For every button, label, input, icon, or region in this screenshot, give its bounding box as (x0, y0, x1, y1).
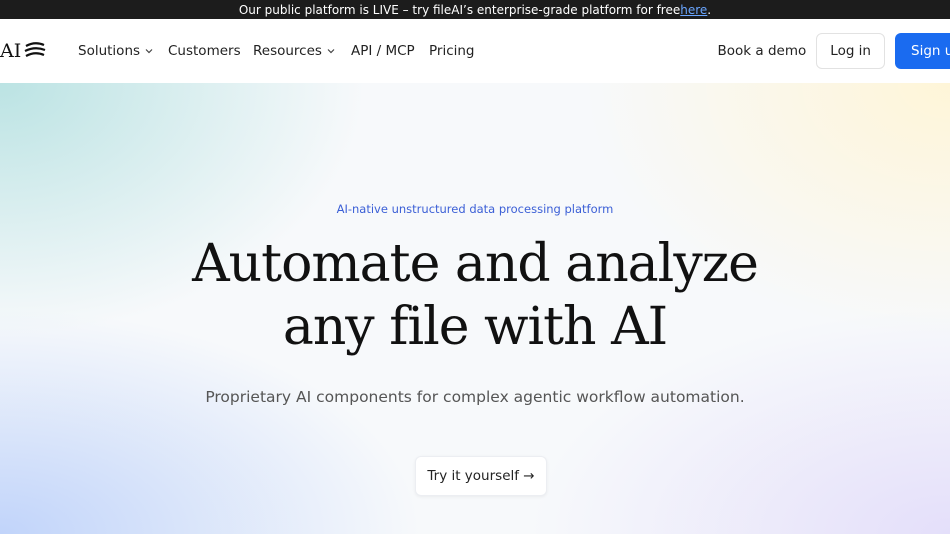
hero-section: AI-native unstructured data processing p… (0, 83, 950, 534)
top-navigation: AI Solutions Customers Resources API / M… (0, 19, 950, 83)
nav-item-label: API / MCP (351, 43, 415, 59)
signup-button[interactable]: Sign up (895, 33, 950, 69)
nav-item-solutions[interactable]: Solutions (78, 43, 168, 59)
nav-item-customers[interactable]: Customers (168, 43, 253, 59)
chevron-down-icon (144, 46, 154, 56)
nav-item-label: Pricing (429, 43, 475, 59)
hero-headline: Automate and analyze any file with AI (0, 233, 950, 359)
nav-actions: Book a demo Log in Sign up (718, 19, 950, 83)
nav-item-api-mcp[interactable]: API / MCP (351, 43, 429, 59)
headline-line-1: Automate and analyze (192, 234, 759, 294)
headline-line-2: any file with AI (282, 297, 668, 357)
try-it-yourself-button[interactable]: Try it yourself → (415, 456, 547, 496)
announcement-bar: Our public platform is LIVE – try fileAI… (0, 0, 950, 19)
logo[interactable]: AI (0, 37, 46, 65)
chevron-down-icon (326, 46, 336, 56)
nav-item-label: Solutions (78, 43, 141, 59)
book-demo-link[interactable]: Book a demo (718, 43, 807, 59)
nav-links: Solutions Customers Resources API / MCP … (78, 19, 475, 83)
announcement-text: Our public platform is LIVE – try fileAI… (238, 2, 681, 17)
login-button[interactable]: Log in (816, 33, 885, 69)
nav-item-pricing[interactable]: Pricing (429, 43, 475, 59)
nav-item-label: Resources (253, 43, 322, 59)
logo-mark-icon (24, 42, 46, 57)
hero-subheadline: Proprietary AI components for complex ag… (205, 388, 745, 406)
logo-text: AI (0, 40, 22, 62)
announcement-suffix: . (707, 2, 712, 17)
nav-item-resources[interactable]: Resources (253, 43, 351, 59)
hero-eyebrow: AI-native unstructured data processing p… (336, 202, 614, 216)
nav-item-label: Customers (168, 43, 241, 59)
announcement-link[interactable]: here (680, 3, 707, 17)
